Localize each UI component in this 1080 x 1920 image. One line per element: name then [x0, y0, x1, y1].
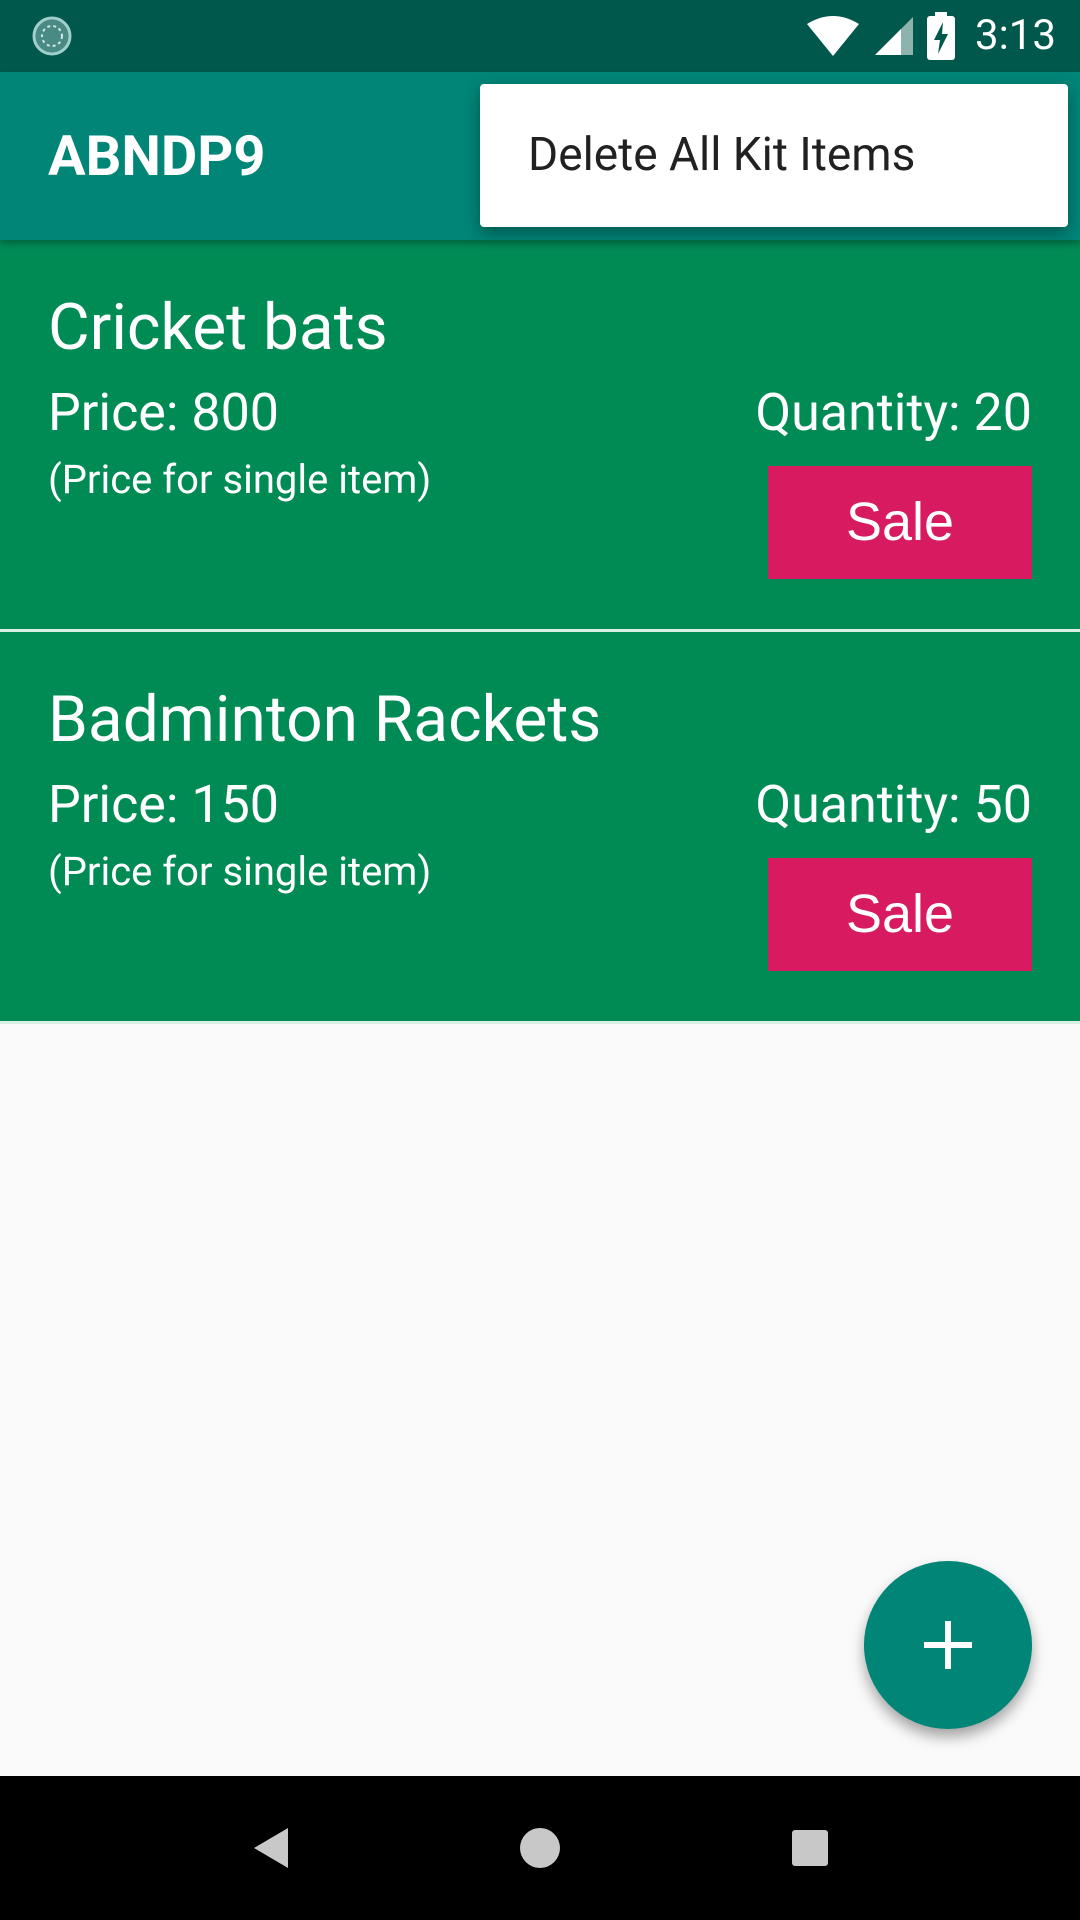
back-button[interactable]: [230, 1808, 310, 1888]
item-name: Cricket bats: [48, 290, 388, 365]
loading-circle-icon: [32, 16, 72, 56]
item-price: Price: 150: [48, 774, 280, 835]
item-price: Price: 800: [48, 382, 280, 443]
list-item[interactable]: Badminton Rackets Price: 150 (Price for …: [0, 632, 1080, 1021]
sale-button[interactable]: Sale: [768, 858, 1032, 971]
overflow-menu: Delete All Kit Items: [480, 84, 1068, 227]
plus-icon: [924, 1621, 972, 1669]
home-icon: [520, 1828, 560, 1868]
divider: [0, 1021, 1080, 1024]
item-price-note: (Price for single item): [48, 848, 432, 895]
signal-icon: [875, 17, 913, 55]
add-item-button[interactable]: [864, 1561, 1032, 1729]
recents-icon: [792, 1830, 828, 1866]
app-title: ABNDP9: [48, 123, 266, 189]
sale-button[interactable]: Sale: [768, 466, 1032, 579]
status-time: 3:13: [975, 11, 1056, 60]
navigation-bar: [0, 1776, 1080, 1920]
wifi-icon: [807, 16, 859, 56]
status-bar: 3:13: [0, 0, 1080, 72]
recents-button[interactable]: [770, 1808, 850, 1888]
item-name: Badminton Rackets: [48, 682, 602, 757]
back-icon: [254, 1828, 288, 1868]
list-item[interactable]: Cricket bats Price: 800 (Price for singl…: [0, 240, 1080, 629]
battery-charging-icon: [927, 12, 955, 60]
item-quantity: Quantity: 20: [755, 382, 1032, 443]
product-list: Cricket bats Price: 800 (Price for singl…: [0, 240, 1080, 1024]
status-icons: 3:13: [805, 0, 1056, 72]
home-button[interactable]: [500, 1808, 580, 1888]
menu-item-delete-all[interactable]: Delete All Kit Items: [480, 84, 1068, 227]
item-quantity: Quantity: 50: [755, 774, 1032, 835]
item-price-note: (Price for single item): [48, 456, 432, 503]
